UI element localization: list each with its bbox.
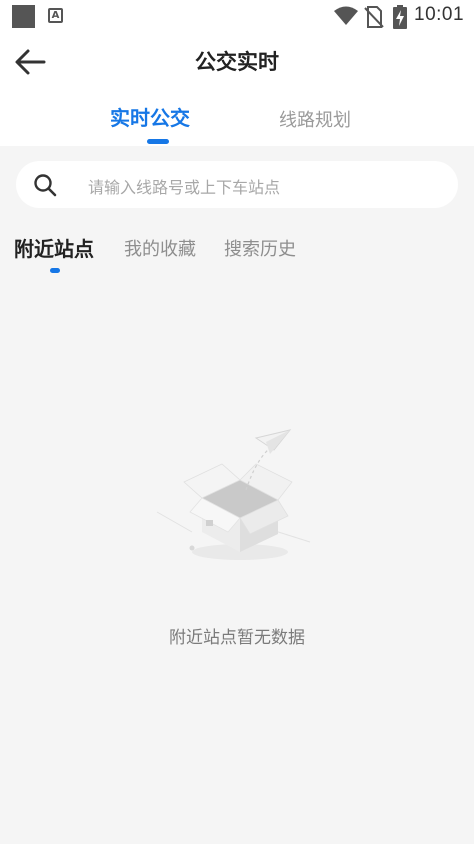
tab-route-planning[interactable]: 线路规划: [279, 106, 351, 132]
empty-state-message: 附近站点暂无数据: [169, 628, 305, 648]
main-tab-indicator: [147, 139, 169, 144]
no-sim-icon: [364, 6, 384, 28]
square-notification-icon: [12, 5, 35, 28]
search-placeholder: 请输入线路号或上下车站点: [88, 178, 281, 197]
app-header: 公交实时 实时公交 线路规划: [0, 34, 474, 146]
wifi-icon: [334, 6, 358, 25]
empty-box-illustration: [156, 429, 311, 560]
tab-my-favorites[interactable]: 我的收藏: [124, 235, 196, 261]
tab-search-history[interactable]: 搜索历史: [224, 235, 296, 261]
tab-nearby-stops[interactable]: 附近站点: [14, 233, 94, 262]
battery-charging-icon: [393, 5, 407, 29]
status-bar: A 10:01: [0, 0, 474, 34]
sub-tab-indicator: [50, 268, 60, 273]
text-notification-icon: A: [48, 8, 63, 23]
search-icon: [34, 174, 57, 197]
status-time: 10:01: [414, 4, 465, 25]
page-title: 公交实时: [195, 50, 279, 74]
search-input[interactable]: 请输入线路号或上下车站点: [16, 161, 458, 208]
tab-realtime-bus[interactable]: 实时公交: [110, 102, 190, 131]
